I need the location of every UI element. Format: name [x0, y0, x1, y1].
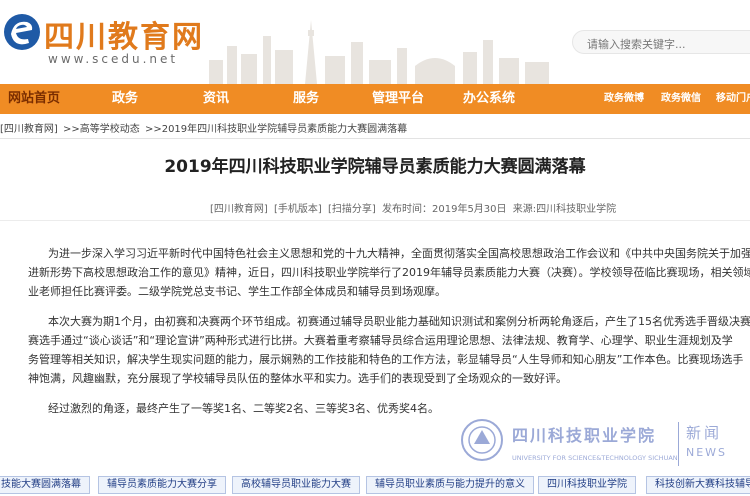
paragraph-line: 神饱满，风趣幽默，充分展现了学校辅导员队伍的整体水平和实力。选手们的表现受到了全… — [28, 372, 567, 385]
nav-item-government[interactable]: 政务 — [112, 84, 138, 114]
city-skyline-illustration — [209, 20, 549, 84]
paragraph-line: 进新形势下高校思想政治工作的意见》精神，近日，四川科技职业学院举行了2019年辅… — [28, 266, 750, 279]
watermark-school-english: UNIVERSITY FOR SCIENCE&TECHNOLOGY SICHUA… — [512, 454, 678, 462]
meta-divider — [0, 220, 750, 221]
paragraph-line: 赛选手通过“谈心谈话”和“理论宣讲”两种形式进行比拼。大赛着重考察辅导员综合运用… — [28, 334, 733, 347]
watermark-separator — [678, 422, 679, 466]
article-paragraph: 本次大赛为期1个月，由初赛和决赛两个环节组成。初赛通过辅导员职业能力基础知识测试… — [0, 312, 750, 388]
school-news-watermark: 四川科技职业学院 UNIVERSITY FOR SCIENCE&TECHNOLO… — [458, 416, 750, 472]
site-url: www.scedu.net — [48, 52, 179, 66]
article-title: 2019年四川科技职业学院辅导员素质能力大赛圆满落幕 — [164, 157, 586, 177]
main-nav: 网站首页 政务 资讯 服务 管理平台 办公系统 政务微博 政务微信 移动门户 — [0, 84, 750, 114]
nav-link-mobile[interactable]: 移动门户 — [716, 84, 750, 114]
meta-share-link[interactable]: [扫描分享] — [328, 204, 376, 215]
paragraph-line: 本次大赛为期1个月，由初赛和决赛两个环节组成。初赛通过辅导员职业能力基础知识测试… — [48, 315, 750, 328]
meta-origin: 来源:四川科技职业学院 — [512, 204, 617, 215]
nav-item-news[interactable]: 资讯 — [203, 84, 229, 114]
nav-item-home[interactable]: 网站首页 — [8, 84, 60, 114]
site-name[interactable]: 四川教育网 — [44, 12, 204, 56]
related-tags-bar: 技能大赛圆满落幕 辅导员素质能力大赛分享 高校辅导员职业能力大赛 辅导员职业素质… — [0, 474, 750, 496]
breadcrumb-item-site[interactable]: [四川教育网] — [0, 124, 58, 135]
meta-source-link[interactable]: [四川教育网] — [210, 204, 268, 215]
nav-item-management[interactable]: 管理平台 — [372, 84, 424, 114]
breadcrumb: [四川教育网] >>高等学校动态 >>2019年四川科技职业学院辅导员素质能力大… — [0, 120, 750, 138]
watermark-news-english: NEWS — [686, 446, 728, 459]
related-tag[interactable]: 四川科技职业学院 — [538, 476, 636, 494]
related-tag[interactable]: 技能大赛圆满落幕 — [0, 476, 90, 494]
paragraph-line: 业老师担任比赛评委。二级学院党总支书记、学生工作部全体成员和辅导员到场观摩。 — [28, 285, 446, 298]
related-tag[interactable]: 高校辅导员职业能力大赛 — [232, 476, 360, 494]
article-meta: [四川教育网] [手机版本] [扫描分享] 发布时间：2019年5月30日 来源… — [210, 200, 619, 215]
site-header: 四川教育网 www.scedu.net 请输入搜索关键字... — [0, 0, 750, 84]
paragraph-line: 为进一步深入学习习近平新时代中国特色社会主义思想和党的十九大精神，全面贯彻落实全… — [48, 247, 750, 260]
nav-item-office[interactable]: 办公系统 — [463, 84, 515, 114]
breadcrumb-divider — [0, 138, 750, 139]
article-body: 为进一步深入学习习近平新时代中国特色社会主义思想和党的十九大精神，全面贯彻落实全… — [0, 244, 750, 418]
related-tag[interactable]: 科技创新大赛科技辅导员 — [646, 476, 750, 494]
school-seal-icon — [461, 419, 503, 461]
article-paragraph: 为进一步深入学习习近平新时代中国特色社会主义思想和党的十九大精神，全面贯彻落实全… — [0, 244, 750, 301]
paragraph-line: 务管理等相关知识，解决学生现实问题的能力，展示娴熟的工作技能和特色的工作方法，彰… — [28, 353, 744, 366]
site-logo-icon[interactable] — [2, 12, 40, 52]
watermark-news: 新闻 — [686, 424, 723, 442]
meta-publish-time: 发布时间：2019年5月30日 — [382, 204, 507, 215]
breadcrumb-item-category[interactable]: >>高等学校动态 — [63, 124, 140, 135]
watermark-school-name: 四川科技职业学院 — [512, 426, 657, 445]
related-tag[interactable]: 辅导员素质能力大赛分享 — [98, 476, 226, 494]
nav-link-wechat[interactable]: 政务微信 — [661, 84, 701, 114]
nav-link-weibo[interactable]: 政务微博 — [604, 84, 644, 114]
related-tag[interactable]: 辅导员职业素质与能力提升的意义 — [366, 476, 534, 494]
search-input[interactable]: 请输入搜索关键字... — [572, 30, 750, 54]
nav-item-services[interactable]: 服务 — [293, 84, 319, 114]
breadcrumb-item-current[interactable]: >>2019年四川科技职业学院辅导员素质能力大赛圆满落幕 — [145, 124, 407, 135]
meta-mobile-link[interactable]: [手机版本] — [274, 204, 322, 215]
